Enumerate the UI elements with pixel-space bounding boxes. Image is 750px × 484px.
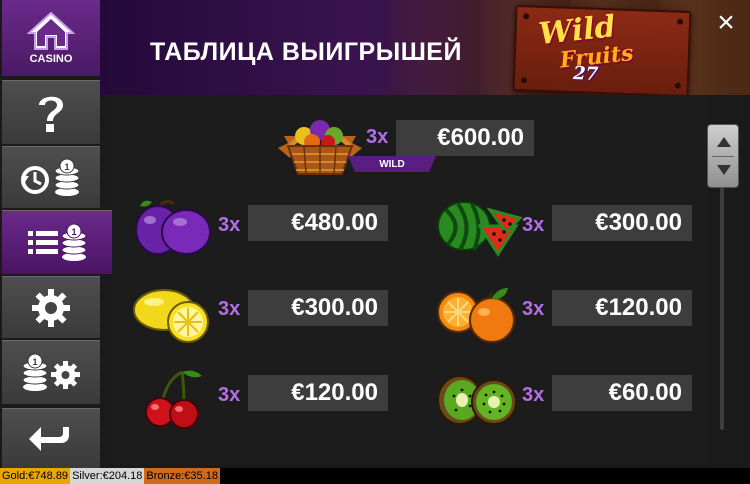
- back-arrow-icon: [29, 426, 69, 451]
- orange-icon: [437, 288, 515, 343]
- watermelon-icon: [437, 201, 522, 257]
- svg-text:1: 1: [32, 357, 37, 367]
- fruit-basket-icon: [278, 120, 362, 175]
- bronze-jackpot: Bronze:€35.18: [144, 468, 220, 484]
- kiwi-icon: [437, 375, 517, 425]
- back-button[interactable]: [2, 408, 100, 468]
- wild-multiplier: 3x: [366, 126, 389, 148]
- bet-settings-button[interactable]: 1: [2, 340, 100, 404]
- cherry-prize: €120.00: [248, 375, 388, 411]
- paytable-button[interactable]: 1: [2, 210, 128, 274]
- history-button[interactable]: 1: [2, 146, 100, 208]
- plum-icon: [135, 199, 211, 255]
- jackpot-bar: Gold:€748.89 Silver:€204.18 Bronze:€35.1…: [0, 468, 750, 484]
- list-coins-icon: 1: [28, 223, 87, 261]
- lemon-multiplier: 3x: [218, 298, 241, 320]
- scroll-up-icon[interactable]: [717, 137, 731, 147]
- silver-jackpot: Silver:€204.18: [70, 468, 145, 484]
- sidebar: CASINO 1 1 1: [0, 0, 128, 468]
- coins-gear-icon: 1: [22, 353, 80, 391]
- question-mark-icon: [39, 96, 63, 132]
- help-button[interactable]: [2, 80, 100, 144]
- lemon-prize: €300.00: [248, 290, 388, 326]
- house-icon: [27, 11, 75, 50]
- plum-prize: €480.00: [248, 205, 388, 241]
- watermelon-prize: €300.00: [552, 205, 692, 241]
- cherry-multiplier: 3x: [218, 384, 241, 406]
- watermelon-multiplier: 3x: [522, 214, 545, 236]
- kiwi-prize: €60.00: [552, 375, 692, 411]
- kiwi-multiplier: 3x: [522, 384, 545, 406]
- plum-multiplier: 3x: [218, 214, 241, 236]
- scroll-buttons[interactable]: [707, 124, 739, 188]
- orange-multiplier: 3x: [522, 298, 545, 320]
- paytable-screen: { "header": { "title": "ТАБЛИЦА ВЫИГРЫШЕ…: [0, 0, 750, 484]
- gold-jackpot: Gold:€748.89: [0, 468, 71, 484]
- close-icon[interactable]: ×: [714, 8, 738, 38]
- game-logo: Wild Fruits 27: [512, 4, 692, 98]
- lemon-icon: [133, 289, 209, 343]
- orange-prize: €120.00: [552, 290, 692, 326]
- wild-prize: €600.00: [396, 120, 534, 156]
- scroll-down-icon[interactable]: [717, 165, 731, 175]
- casino-home-button[interactable]: CASINO: [2, 0, 100, 76]
- settings-button[interactable]: [2, 276, 100, 338]
- svg-text:1: 1: [71, 227, 76, 237]
- casino-label: CASINO: [29, 53, 73, 65]
- history-coins-icon: 1: [21, 158, 80, 196]
- cherry-icon: [145, 370, 202, 429]
- svg-text:1: 1: [64, 162, 69, 172]
- wild-tag: WILD: [348, 156, 436, 172]
- gear-icon: [32, 288, 70, 327]
- logo-text-number: 27: [572, 63, 599, 85]
- page-title: ТАБЛИЦА ВЫИГРЫШЕЙ: [150, 38, 462, 66]
